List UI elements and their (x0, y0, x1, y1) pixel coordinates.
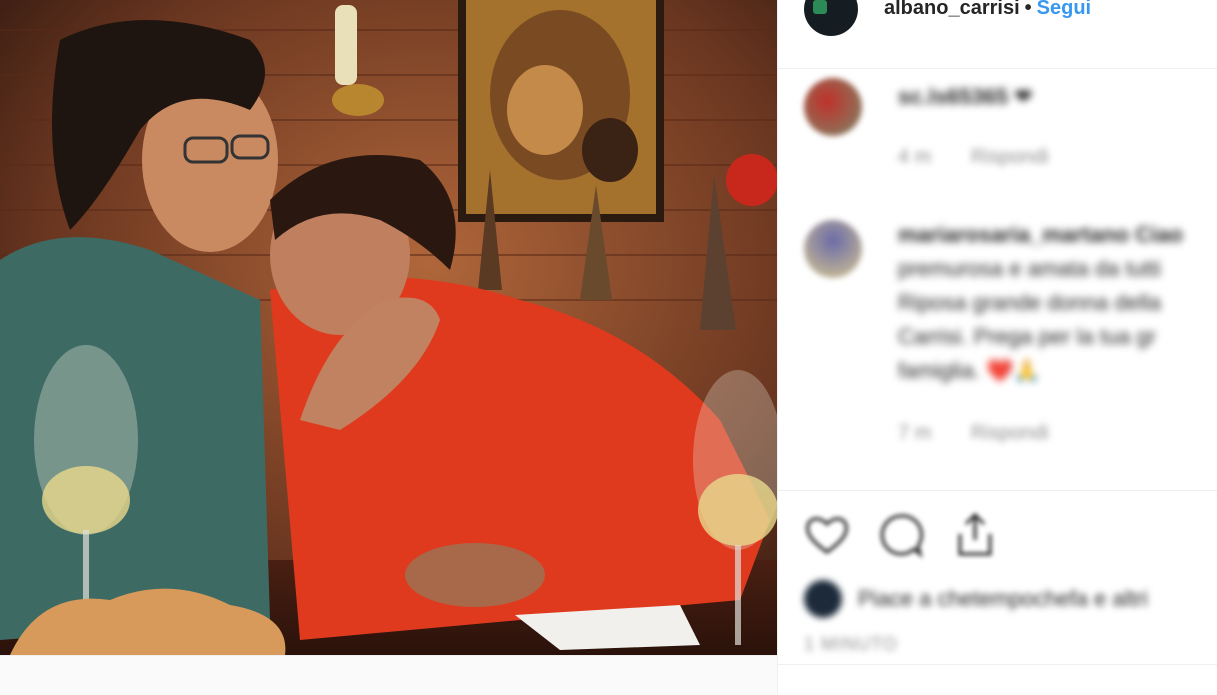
photo-bottom-strip (0, 655, 777, 695)
header-separator: • (1024, 0, 1032, 19)
likes-text: Piace a chetempochefa e altri (858, 586, 1148, 611)
username-link[interactable]: albano_carrisi (884, 0, 1020, 19)
comment-body: ❤ (1014, 84, 1033, 109)
likes-summary[interactable]: Piace a chetempochefa e altri (804, 578, 1217, 620)
reply-button[interactable]: Rispondi (971, 422, 1049, 444)
comment-time: 4 m (898, 146, 932, 168)
follow-button[interactable]: Segui (1037, 0, 1091, 19)
post-photo[interactable] (0, 0, 777, 655)
comment-icon[interactable] (876, 510, 926, 560)
comment-avatar[interactable] (804, 220, 862, 278)
profile-avatar[interactable] (804, 0, 858, 36)
comment-avatar[interactable] (804, 78, 862, 136)
avatar-glyph-icon (813, 0, 827, 14)
action-bar (778, 500, 1217, 570)
post-side-panel: albano_carrisi • Segui sc.ls65365 ❤ 4 m Ri… (778, 0, 1217, 695)
comment-line: Carrisi. Prega per la tua gr (898, 324, 1156, 349)
share-icon[interactable] (950, 510, 1000, 560)
comment-text: sc.ls65365 ❤ (898, 80, 1217, 114)
comment-line: premurosa e amata da tutti (898, 256, 1161, 281)
comment-text: mariarosaria_martano Ciao premurosa e am… (898, 218, 1217, 388)
comment-username[interactable]: sc.ls65365 (898, 84, 1008, 109)
liker-avatar (804, 580, 842, 618)
section-divider (778, 490, 1217, 491)
add-comment-bar[interactable] (778, 664, 1217, 695)
instagram-post: albano_carrisi • Segui sc.ls65365 ❤ 4 m Ri… (0, 0, 1217, 695)
photo-illustration (0, 0, 777, 655)
comment-line: Riposa grande donna della (898, 290, 1161, 315)
comment-meta: 4 m Rispondi (898, 146, 1083, 169)
post-timestamp: 1 MINUTO (804, 634, 898, 654)
comment-line: famiglia. ❤️🙏 (898, 358, 1041, 383)
heart-icon[interactable] (802, 510, 852, 560)
reply-button[interactable]: Rispondi (971, 146, 1049, 168)
comment-time: 7 m (898, 422, 932, 444)
comment-meta: 7 m Rispondi (898, 422, 1083, 445)
post-header: albano_carrisi • Segui (778, 0, 1217, 69)
comment-line: mariarosaria_martano Ciao (898, 222, 1183, 247)
header-text: albano_carrisi • Segui (884, 0, 1091, 20)
